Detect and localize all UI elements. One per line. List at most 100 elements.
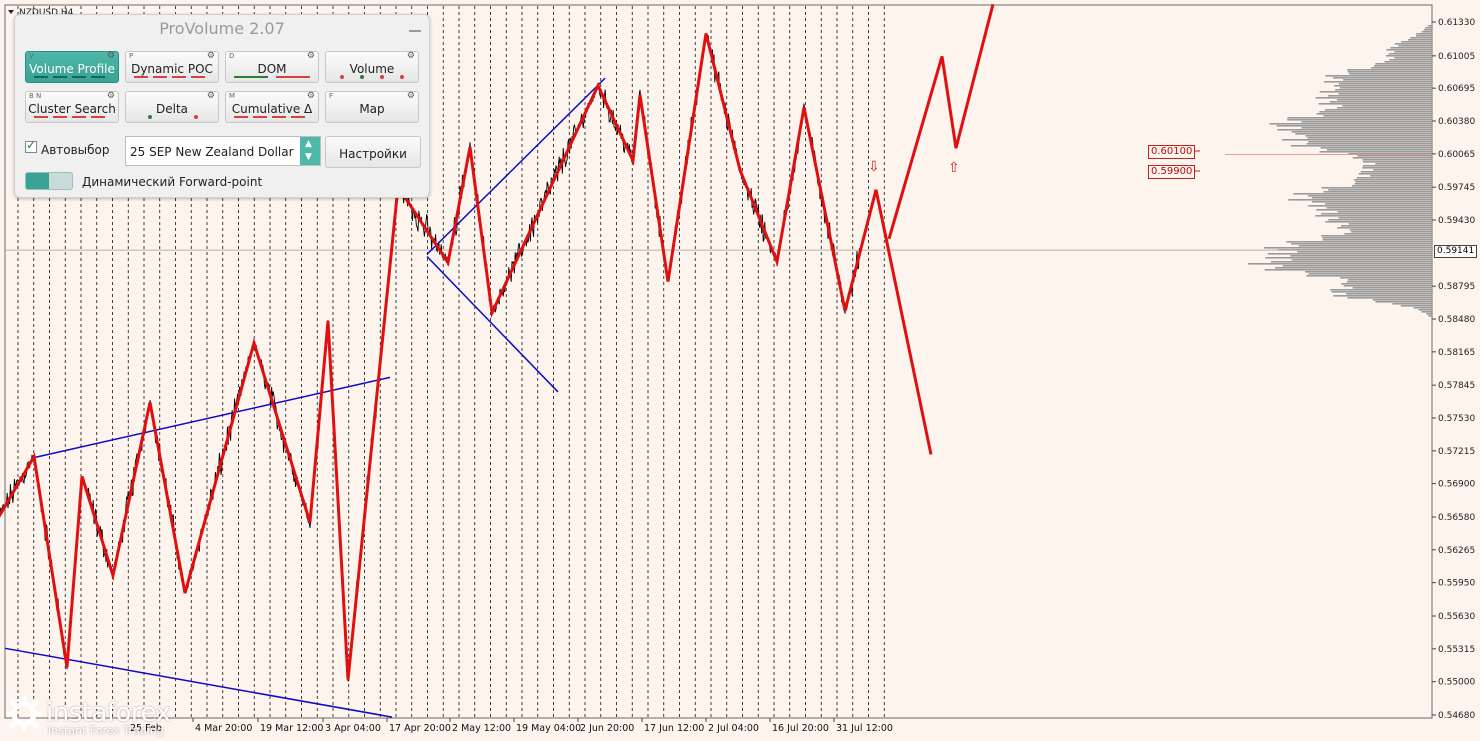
profile-bar	[1394, 43, 1432, 45]
profile-bar	[1389, 59, 1432, 61]
profile-bar	[1335, 89, 1432, 91]
price-tag-upper: 0.60100	[1148, 145, 1196, 159]
settings-button[interactable]: Настройки	[325, 136, 421, 168]
profile-bar	[1423, 29, 1432, 31]
profile-bar	[1386, 49, 1432, 51]
dynamic-poc-button[interactable]: P ⚙ Dynamic POC	[125, 51, 219, 83]
price-axis-label: 0.55630	[1438, 612, 1475, 622]
profile-bar	[1321, 187, 1432, 189]
profile-bar	[1276, 125, 1432, 127]
profile-bar	[1347, 69, 1432, 71]
hotkey-label: F	[329, 92, 334, 100]
price-axis-label: 0.57845	[1438, 381, 1475, 391]
price-axis-label: 0.60695	[1438, 84, 1475, 94]
profile-bar	[1388, 53, 1432, 55]
profile-bar	[1330, 289, 1432, 291]
profile-bar	[1287, 119, 1432, 121]
hotkey-label: P	[129, 52, 134, 60]
profile-bar	[1319, 151, 1432, 153]
profile-bar	[1328, 219, 1432, 221]
profile-bar	[1306, 143, 1432, 145]
profile-bar	[1316, 113, 1432, 115]
profile-bar	[1426, 313, 1432, 315]
profile-bar	[1346, 293, 1432, 295]
gear-icon[interactable]: ⚙	[407, 91, 415, 101]
dot-icon	[360, 75, 364, 79]
map-button[interactable]: F ⚙ Map	[325, 91, 419, 123]
dot-icon	[380, 75, 384, 79]
panel-title: ProVolume 2.07	[159, 19, 285, 38]
profile-bar	[1374, 65, 1432, 67]
price-chart[interactable]: ⇩ ⇧ 0.61330 0.61005 0.60695 0.60380 0.60065 0.5…	[0, 0, 1480, 741]
brand-watermark: instaforex Instant Forex Trading	[6, 696, 186, 740]
profile-bar	[1290, 255, 1432, 257]
gear-icon[interactable]: ⚙	[307, 91, 315, 101]
profile-bar	[1338, 83, 1432, 85]
profile-bar	[1311, 197, 1432, 199]
button-label: Volume	[349, 62, 395, 76]
profile-bar	[1428, 25, 1432, 27]
profile-bar	[1352, 287, 1432, 289]
chevron-down-icon[interactable]: ▼	[305, 152, 312, 162]
profile-bar	[1305, 135, 1432, 137]
date-axis-label: 2 May 12:00	[452, 723, 511, 734]
volume-profile-button[interactable]: V ⚙ Volume Profile	[25, 51, 119, 83]
price-axis-label: 0.61005	[1438, 52, 1475, 62]
current-price-label: 0.59141	[1434, 245, 1478, 258]
gear-icon[interactable]: ⚙	[307, 51, 315, 61]
profile-bar	[1355, 181, 1432, 183]
gear-icon[interactable]: ⚙	[407, 51, 415, 61]
volume-button[interactable]: ⚙ Volume	[325, 51, 419, 83]
profile-bar	[1421, 31, 1432, 33]
chevron-up-icon[interactable]: ▲	[305, 139, 312, 149]
profile-bar	[1415, 35, 1432, 37]
profile-bar	[1291, 259, 1432, 261]
date-axis-label: 17 Jun 12:00	[644, 723, 704, 734]
profile-bar	[1301, 127, 1432, 129]
profile-bar	[1341, 283, 1432, 285]
price-axis-label: 0.57530	[1438, 414, 1475, 424]
profile-bar	[1324, 109, 1432, 111]
gear-icon[interactable]: ⚙	[207, 51, 215, 61]
dot-icon	[400, 75, 404, 79]
profile-bar	[1362, 159, 1432, 161]
profile-bar	[1375, 163, 1432, 165]
cluster-search-button[interactable]: B N ⚙ Cluster Search	[25, 91, 119, 123]
dom-button[interactable]: D ⚙ DOM	[225, 51, 319, 83]
price-axis-label: 0.56580	[1438, 513, 1475, 523]
instrument-value: 25 SEP New Zealand Dollar	[130, 145, 294, 159]
gear-icon[interactable]: ⚙	[107, 51, 115, 61]
forward-point-toggle[interactable]	[25, 172, 73, 190]
cumulative-delta-button[interactable]: M ⚙ Cumulative Δ	[225, 91, 319, 123]
gear-icon[interactable]: ⚙	[107, 91, 115, 101]
price-axis-label: 0.59430	[1438, 216, 1475, 226]
profile-bar	[1319, 91, 1432, 93]
button-label: Volume Profile	[29, 62, 115, 76]
symbol-dropdown-icon[interactable]	[8, 10, 14, 14]
profile-bar	[1323, 115, 1432, 117]
date-axis-label: 19 Mar 12:00	[260, 723, 323, 734]
gear-icon[interactable]: ⚙	[207, 91, 215, 101]
autoselect-checkbox[interactable]	[25, 138, 37, 153]
instrument-select[interactable]: 25 SEP New Zealand Dollar ▲ ▼	[125, 136, 321, 166]
profile-bar	[1398, 45, 1432, 47]
profile-bar	[1410, 37, 1432, 39]
profile-bar	[1321, 235, 1432, 237]
profile-bar	[1248, 263, 1432, 265]
price-axis-label: 0.58165	[1438, 348, 1475, 358]
profile-bar	[1267, 253, 1432, 255]
profile-bar	[1375, 301, 1432, 303]
minimize-icon[interactable]	[409, 21, 421, 33]
profile-bar	[1308, 273, 1432, 275]
profile-bar	[1305, 271, 1432, 273]
price-axis-label: 0.59745	[1438, 183, 1475, 193]
button-label: Cluster Search	[28, 102, 116, 116]
profile-bar	[1336, 107, 1432, 109]
profile-bar	[1333, 295, 1432, 297]
instrument-spinner[interactable]: ▲ ▼	[300, 137, 320, 165]
profile-bar	[1338, 93, 1432, 95]
button-decoration	[34, 116, 110, 118]
profile-bar	[1291, 243, 1432, 245]
delta-button[interactable]: ⚙ Delta	[125, 91, 219, 123]
profile-bar	[1340, 277, 1432, 279]
